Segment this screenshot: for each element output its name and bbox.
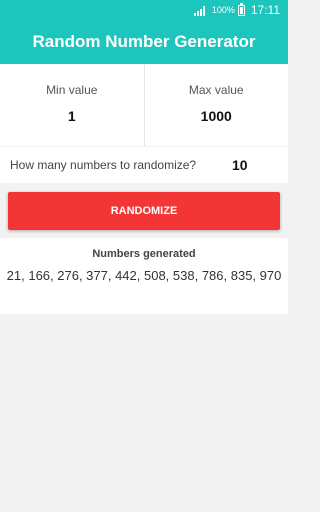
min-value-label: Min value: [46, 83, 98, 97]
min-value-field[interactable]: Min value 1: [0, 64, 144, 146]
battery-percent: 100%: [211, 5, 235, 15]
app-bar: Random Number Generator: [0, 20, 288, 64]
results-numbers: 21, 166, 276, 377, 442, 508, 538, 786, 8…: [6, 268, 282, 283]
max-value-label: Max value: [188, 83, 244, 97]
max-value-input[interactable]: 1000: [201, 108, 232, 124]
randomize-button[interactable]: RANDOMIZE: [8, 192, 280, 230]
signal-icon: [193, 6, 205, 16]
min-value-input[interactable]: 1: [68, 108, 76, 124]
max-value-field[interactable]: Max value 1000: [143, 64, 289, 146]
results-title: Numbers generated: [92, 248, 196, 260]
count-row: How many numbers to randomize? 10: [0, 147, 288, 183]
battery-icon: [237, 2, 245, 16]
count-input[interactable]: 10: [232, 157, 248, 173]
count-label: How many numbers to randomize?: [10, 158, 197, 172]
app-title: Random Number Generator: [32, 32, 256, 51]
clock: 17:11: [250, 3, 280, 17]
results-card: Numbers generated 21, 166, 276, 377, 442…: [0, 238, 288, 314]
status-bar: 100% 17:11: [0, 0, 288, 20]
range-card: Min value 1 Max value 1000: [0, 64, 288, 146]
